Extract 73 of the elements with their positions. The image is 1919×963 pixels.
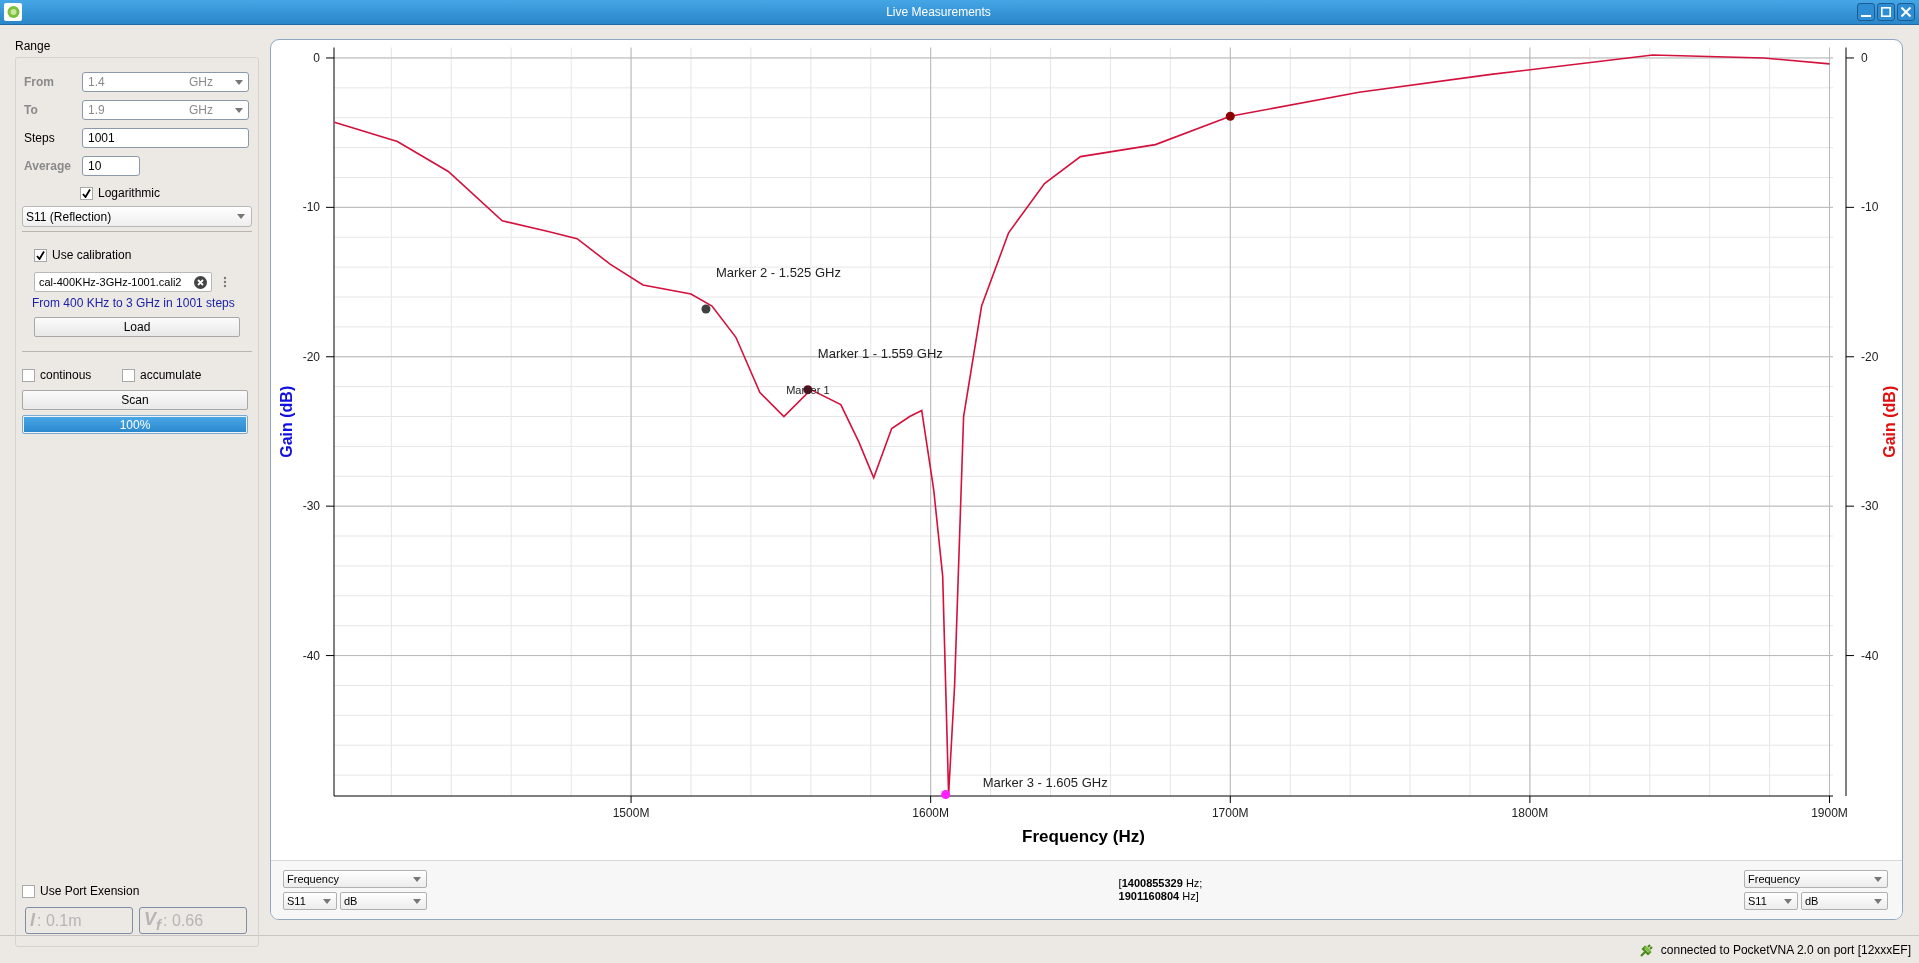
axis-title: Frequency (Hz) [1022, 827, 1145, 846]
caret-icon [1874, 876, 1882, 882]
caret-icon [1784, 898, 1792, 904]
minimize-button[interactable] [1857, 3, 1875, 21]
steps-field[interactable]: 1001 [82, 128, 249, 148]
range-readout: 1901160804 Hz] [1118, 890, 1200, 903]
tick-label: -30 [1861, 499, 1879, 514]
tick-label: -10 [302, 200, 320, 215]
scan-button[interactable]: Scan [22, 390, 248, 410]
clear-icon[interactable] [194, 275, 207, 289]
checkbox-label: Use calibration [52, 248, 132, 262]
caret-icon [235, 107, 243, 113]
tick-label: 1700M [1211, 806, 1249, 820]
caret-icon [413, 876, 421, 882]
axis-title: Gain (dB) [278, 385, 295, 458]
checkbox[interactable] [22, 368, 35, 382]
window-title: Live Measurements [885, 5, 992, 19]
maximize-button[interactable] [1877, 3, 1895, 21]
tick-label: 1800M [1511, 806, 1549, 820]
dropdown[interactable]: Frequency [1744, 870, 1888, 888]
group-title: Range [15, 39, 52, 55]
app-icon [4, 3, 22, 21]
tick-label: -20 [1861, 349, 1879, 364]
load-button[interactable]: Load [34, 317, 240, 337]
caret-icon [323, 898, 331, 904]
tick-label: -40 [302, 648, 320, 663]
checkbox-label: accumulate [140, 368, 202, 382]
progress-text: 100% [118, 418, 152, 432]
tick-label: -10 [1861, 200, 1879, 215]
status-text: connected to PocketVNA 2.0 on port [12xxxEF] [1660, 942, 1911, 957]
close-icon [1901, 7, 1911, 17]
close-button[interactable] [1897, 3, 1915, 21]
tick-label: 0 [1861, 50, 1868, 65]
checkbox-label: Use Port Exension [40, 884, 140, 898]
marker-label: Marker 3 - 1.605 GHz [982, 774, 1108, 790]
tick-label: 1600M [912, 806, 949, 820]
field-label: Steps [23, 131, 56, 145]
file-field[interactable]: cal-400KHz-3GHz-1001.cali2 [34, 272, 212, 292]
field-label: From [23, 75, 55, 89]
tick-label: 1900M [1811, 806, 1848, 820]
caret-icon [235, 79, 243, 85]
dropdown[interactable]: dB [340, 892, 427, 910]
marker-label: Marker 1 - 1.559 GHz [817, 345, 943, 361]
tick-label: -40 [1861, 648, 1879, 663]
tick-label: 0 [313, 50, 320, 65]
marker-label: Marker 2 - 1.525 GHz [715, 264, 841, 280]
calibration-info: From 400 KHz to 3 GHz in 1001 steps [31, 296, 236, 310]
more-icon[interactable] [223, 276, 227, 288]
checkbox-label: Logarithmic [98, 186, 161, 200]
dropdown[interactable]: dB [1801, 892, 1888, 910]
checkbox[interactable] [34, 248, 47, 262]
caret-icon [413, 898, 421, 904]
marker-dot [1225, 111, 1235, 121]
caret-icon [237, 214, 245, 219]
maximize-icon [1881, 7, 1891, 17]
plug-icon [1638, 941, 1655, 958]
field-label: Average [23, 159, 72, 173]
dropdown[interactable]: Frequency [283, 870, 427, 888]
minimize-icon [1861, 15, 1871, 17]
mode-dropdown[interactable]: S11 (Reflection) [22, 206, 252, 227]
checkbox[interactable] [122, 368, 135, 382]
range-readout: [1400855329 Hz; [1118, 877, 1203, 890]
caret-icon [1874, 898, 1882, 904]
axis-title: Gain (dB) [1881, 385, 1898, 458]
checkbox-label: continous [40, 368, 92, 382]
tick-label: 1500M [612, 806, 650, 820]
dropdown[interactable]: S11 [283, 892, 337, 910]
tick-label: -30 [302, 499, 320, 514]
tick-label: -20 [302, 349, 320, 364]
field-label: To [23, 103, 39, 117]
checkbox[interactable] [22, 884, 35, 898]
checkbox[interactable] [80, 186, 93, 200]
dropdown[interactable]: S11 [1744, 892, 1798, 910]
